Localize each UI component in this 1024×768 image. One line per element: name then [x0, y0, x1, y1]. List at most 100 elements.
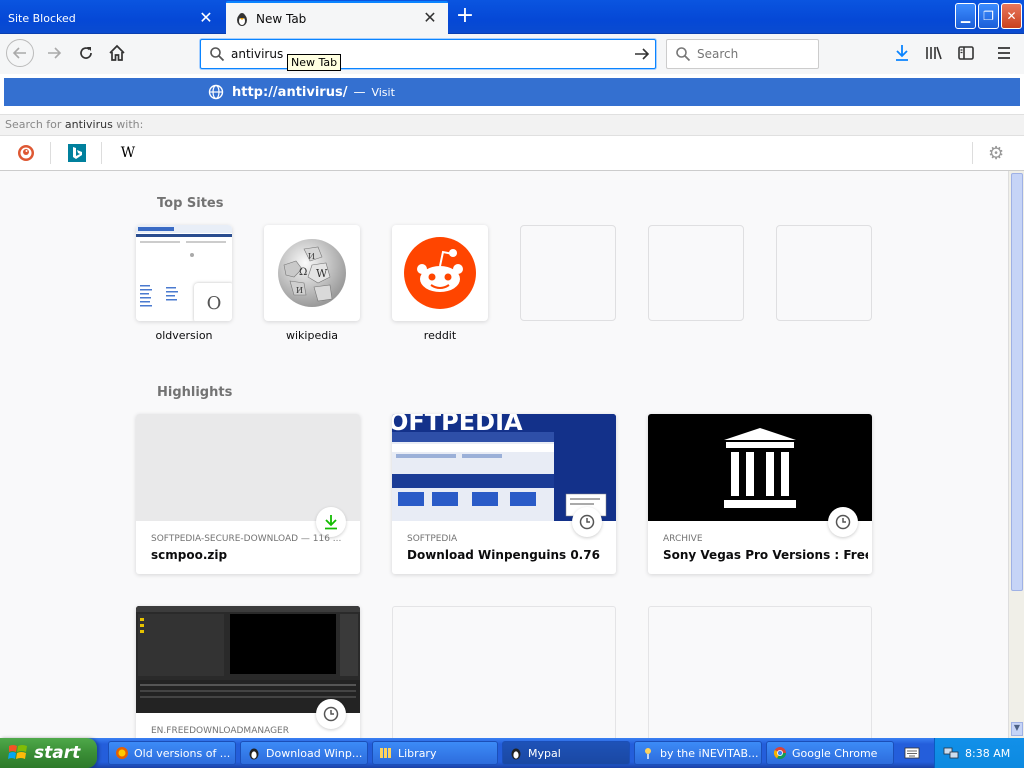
highlight-card[interactable]: EN.FREEDOWNLOADMANAGER	[136, 606, 360, 738]
windows-logo-icon	[8, 745, 27, 759]
divider	[101, 142, 102, 164]
empty-tile	[520, 225, 616, 321]
library-button[interactable]	[920, 39, 948, 67]
maximize-button[interactable]: ❐	[978, 3, 999, 29]
archive-building-icon	[724, 427, 796, 508]
search-bar[interactable]	[666, 39, 819, 69]
top-site-oldversion[interactable]: O oldversion	[136, 225, 232, 342]
bing-icon	[68, 144, 86, 162]
forward-button[interactable]	[40, 39, 68, 67]
go-button[interactable]	[629, 42, 655, 66]
taskbar-item-label: Download Winp...	[266, 746, 363, 760]
site-letter-badge: O	[194, 283, 232, 321]
minimize-button[interactable]: ▁	[955, 3, 976, 29]
highlight-source: SOFTPEDIA	[407, 534, 458, 544]
site-letter: O	[206, 292, 222, 314]
top-site-empty-slot[interactable]	[776, 225, 872, 321]
tab-label: Site Blocked	[8, 12, 76, 25]
one-off-engines: W ⚙	[0, 136, 1024, 170]
reload-button[interactable]	[72, 39, 100, 67]
taskbar-item[interactable]: by the iNEViTAB...	[634, 741, 762, 765]
taskbar-item[interactable]: Library	[372, 741, 498, 765]
start-button[interactable]: start	[0, 738, 97, 768]
top-site-reddit[interactable]: reddit	[392, 225, 488, 342]
scroll-down-arrow-icon[interactable]: ▼	[1011, 722, 1023, 736]
clock-icon	[828, 507, 858, 537]
svg-text:Ω: Ω	[299, 267, 307, 278]
svg-text:Ͷ: Ͷ	[308, 252, 315, 261]
scrollbar-thumb[interactable]	[1011, 173, 1023, 591]
tab-site-blocked[interactable]: Site Blocked ✕	[0, 3, 224, 34]
empty-tile	[776, 225, 872, 321]
taskbar-item-label: Mypal	[528, 746, 561, 760]
divider	[50, 142, 51, 164]
one-off-search-header: Search for antivirus with:	[0, 114, 1024, 136]
gear-icon[interactable]: ⚙	[988, 143, 1004, 164]
highlight-thumbnail	[136, 414, 360, 521]
home-button[interactable]	[103, 39, 131, 67]
taskbar-item-active[interactable]: Mypal	[502, 741, 630, 765]
duckduckgo-engine-button[interactable]	[15, 142, 37, 164]
keyboard-icon[interactable]	[904, 746, 920, 760]
result-url: http://antivirus/	[232, 84, 348, 100]
one-off-term: antivirus	[64, 118, 113, 131]
download-icon	[896, 45, 908, 61]
taskbar-item-label: Old versions of ...	[134, 746, 231, 760]
pin-icon	[645, 748, 651, 759]
search-input[interactable]	[697, 47, 818, 61]
taskbar-item[interactable]: Old versions of ...	[108, 741, 236, 765]
video-editor-screenshot	[136, 606, 360, 713]
highlight-empty-slot	[648, 606, 872, 738]
top-site-wikipedia[interactable]: Ω W Ͷ И wikipedia	[264, 225, 360, 342]
close-icon[interactable]: ✕	[198, 10, 214, 26]
new-tab-button[interactable]: +	[452, 5, 478, 29]
url-dropdown: http://antivirus/ — Visit Search for ant…	[0, 74, 1024, 171]
highlight-card[interactable]: OFTPEDIA SOFTPEDIA Download Winpenguins …	[392, 414, 616, 574]
download-icon	[316, 507, 346, 537]
top-site-empty-slot[interactable]	[648, 225, 744, 321]
downloads-button[interactable]	[888, 39, 916, 67]
highlight-card[interactable]: ARCHIVE Sony Vegas Pro Versions : Free D…	[648, 414, 872, 574]
dropdown-result-row[interactable]: http://antivirus/ — Visit	[4, 78, 1020, 106]
taskbar: start Old versions of ... Download Winp.…	[0, 738, 1024, 768]
close-window-button[interactable]: ✕	[1001, 3, 1022, 29]
empty-tile	[648, 225, 744, 321]
result-action: Visit	[371, 85, 395, 99]
penguin-icon	[249, 748, 259, 760]
wikipedia-icon: W	[120, 145, 136, 161]
top-site-empty-slot[interactable]	[520, 225, 616, 321]
close-icon[interactable]: ✕	[422, 10, 438, 26]
menu-button[interactable]	[990, 39, 1018, 67]
highlight-source: EN.FREEDOWNLOADMANAGER	[151, 726, 290, 736]
svg-text:И: И	[296, 286, 303, 295]
clock[interactable]: 8:38 AM	[965, 747, 1010, 760]
highlight-source: ARCHIVE	[663, 534, 703, 544]
result-separator: —	[353, 85, 366, 99]
hamburger-menu-icon	[998, 47, 1010, 59]
taskbar-item-label: by the iNEViTAB...	[660, 746, 759, 760]
url-bar[interactable]	[200, 39, 656, 69]
svg-text:W: W	[316, 267, 328, 280]
tab-new-tab[interactable]: New Tab ✕	[226, 1, 448, 34]
page-scrollbar[interactable]: ▼	[1008, 171, 1024, 738]
taskbar-item[interactable]: Download Winp...	[240, 741, 368, 765]
tab-label: New Tab	[256, 11, 307, 26]
taskbar-item[interactable]: Google Chrome	[766, 741, 894, 765]
duckduckgo-icon	[18, 145, 34, 161]
bing-engine-button[interactable]	[66, 142, 88, 164]
one-off-suffix: with:	[112, 118, 144, 131]
network-icon[interactable]	[943, 745, 959, 761]
top-site-thumbnail: Ω W Ͷ И	[264, 225, 360, 321]
wikipedia-engine-button[interactable]: W	[117, 142, 139, 164]
taskbar-item-label: Google Chrome	[792, 746, 878, 760]
sidebar-button[interactable]	[952, 39, 980, 67]
top-site-thumbnail: O	[136, 225, 232, 321]
back-button[interactable]	[6, 39, 34, 67]
highlight-card[interactable]: SOFTPEDIA-SECURE-DOWNLOAD — 116 ... scmp…	[136, 414, 360, 574]
reddit-icon	[404, 237, 476, 309]
navigation-toolbar	[0, 34, 1024, 74]
highlights-title: Highlights	[157, 385, 233, 400]
taskbar-item-label: Library	[398, 746, 437, 760]
highlight-empty-slot	[392, 606, 616, 738]
highlight-thumbnail	[136, 606, 360, 713]
